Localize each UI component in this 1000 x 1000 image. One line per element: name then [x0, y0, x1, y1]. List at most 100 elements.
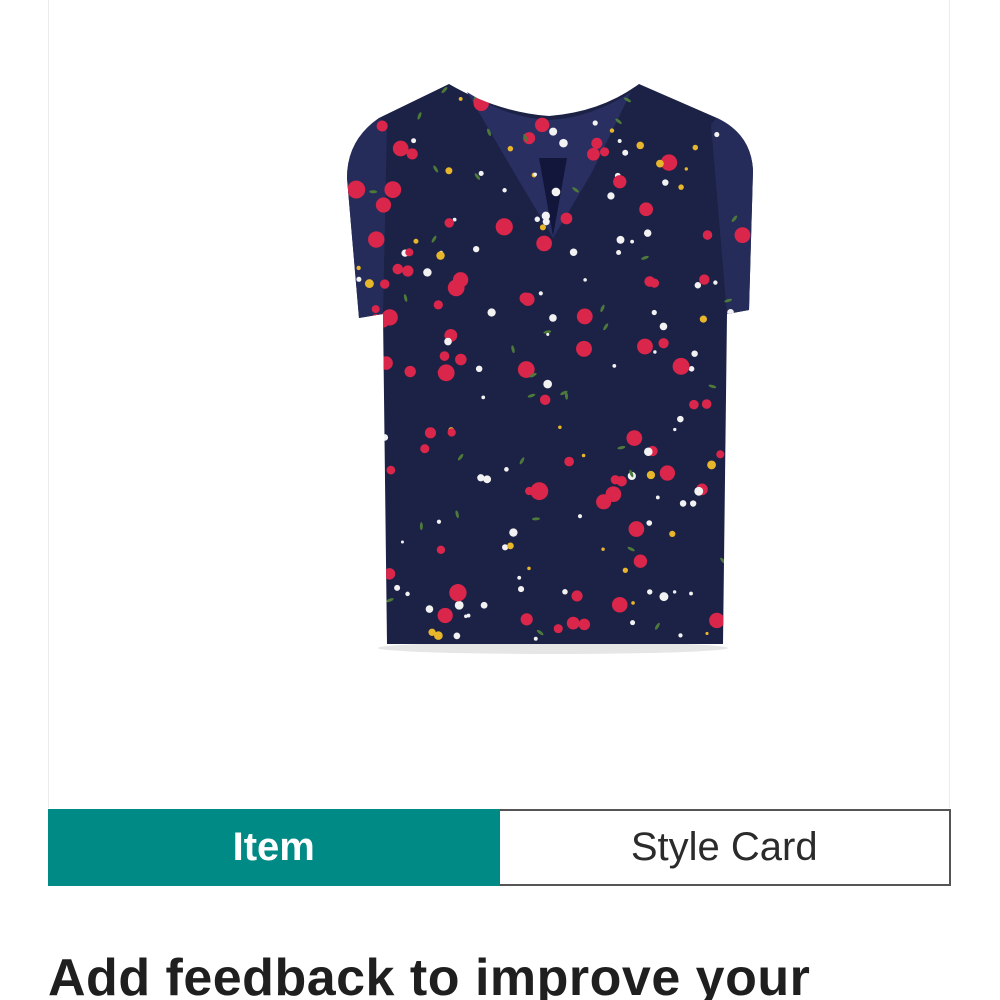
print-flower — [378, 620, 387, 630]
print-flower — [644, 276, 656, 287]
print-flower — [631, 601, 635, 605]
print-flower — [436, 519, 442, 524]
tab-style-card[interactable]: Style Card — [499, 809, 951, 886]
print-flower — [358, 419, 364, 425]
print-flower — [368, 231, 385, 248]
print-flower — [689, 399, 699, 410]
print-flower — [728, 88, 735, 96]
print-flower — [553, 624, 563, 634]
print-flower — [495, 218, 513, 236]
print-flower — [656, 159, 664, 168]
print-flower — [478, 170, 484, 176]
print-flower — [672, 357, 690, 375]
print-leaf — [360, 547, 365, 555]
item-detail-page: Item Style Card Add feedback to improve … — [0, 0, 1000, 1000]
print-flower — [677, 415, 684, 423]
print-flower — [688, 366, 695, 372]
print-flower — [672, 590, 677, 594]
print-flower — [727, 309, 734, 316]
print-flower — [601, 547, 605, 551]
print-flower — [564, 456, 574, 467]
print-flower — [383, 568, 396, 580]
print-flower — [347, 180, 366, 199]
print-flower — [353, 528, 358, 533]
print-flower — [714, 131, 720, 138]
print-flower — [723, 84, 735, 95]
print-flower — [444, 337, 452, 346]
print-flower — [678, 633, 683, 638]
print-flower — [578, 618, 591, 631]
print-leaf — [419, 522, 423, 531]
print-flower — [591, 137, 603, 149]
print-flower — [647, 589, 653, 595]
print-flower — [658, 338, 669, 349]
print-flower — [583, 278, 587, 282]
print-flower — [375, 197, 392, 213]
print-flower — [348, 521, 362, 535]
print-flower — [413, 238, 419, 244]
print-flower — [447, 428, 456, 437]
print-flower — [436, 251, 445, 260]
print-flower — [707, 460, 716, 470]
print-flower — [504, 467, 509, 472]
print-leaf — [743, 321, 748, 330]
print-flower — [386, 465, 396, 475]
print-flower — [481, 395, 486, 400]
print-flower — [549, 314, 557, 322]
print-flower — [533, 636, 538, 641]
print-flower — [376, 120, 388, 132]
print-flower — [392, 263, 404, 275]
print-flower — [392, 140, 409, 157]
print-flower — [348, 504, 357, 513]
print-flower — [694, 282, 702, 289]
print-flower — [356, 265, 361, 271]
print-flower — [354, 421, 366, 432]
print-flower — [473, 245, 480, 253]
print-flower — [384, 181, 402, 199]
print-flower — [653, 350, 657, 354]
print-flower — [543, 379, 552, 389]
print-flower — [394, 584, 401, 591]
print-flower — [559, 138, 568, 148]
print-flower — [587, 147, 600, 161]
print-flower — [560, 212, 573, 225]
product-image[interactable] — [339, 78, 759, 658]
print-flower — [684, 167, 688, 171]
print-flower — [356, 276, 362, 282]
print-flower — [659, 592, 669, 602]
print-flower — [539, 224, 546, 231]
print-flower — [691, 350, 698, 357]
print-flower — [613, 175, 627, 189]
print-flower — [662, 179, 669, 186]
print-flower — [509, 528, 518, 537]
print-flower — [527, 566, 531, 571]
print-flower — [702, 230, 713, 240]
print-flower — [734, 227, 751, 244]
tab-item[interactable]: Item — [48, 809, 500, 886]
print-flower — [405, 248, 414, 257]
print-flower — [611, 596, 628, 613]
print-flower — [420, 444, 430, 454]
print-flower — [644, 447, 653, 457]
print-flower — [655, 495, 660, 500]
print-flower — [507, 145, 514, 152]
item-stylecard-toggle: Item Style Card — [48, 809, 951, 886]
print-flower — [616, 235, 625, 244]
print-flower — [551, 187, 561, 197]
print-flower — [599, 147, 610, 157]
print-flower — [534, 216, 540, 222]
print-flower — [636, 141, 645, 150]
print-flower — [454, 600, 464, 610]
print-flower — [439, 351, 450, 361]
print-flower — [576, 84, 595, 99]
print-flower — [659, 322, 668, 331]
print-flower — [517, 575, 522, 580]
print-flower — [610, 475, 620, 485]
print-flower — [643, 229, 652, 237]
print-flower — [534, 117, 550, 133]
print-flower — [473, 95, 489, 112]
print-flower — [637, 338, 653, 355]
print-flower — [592, 120, 598, 126]
print-flower — [347, 357, 351, 361]
print-flower — [576, 308, 593, 325]
